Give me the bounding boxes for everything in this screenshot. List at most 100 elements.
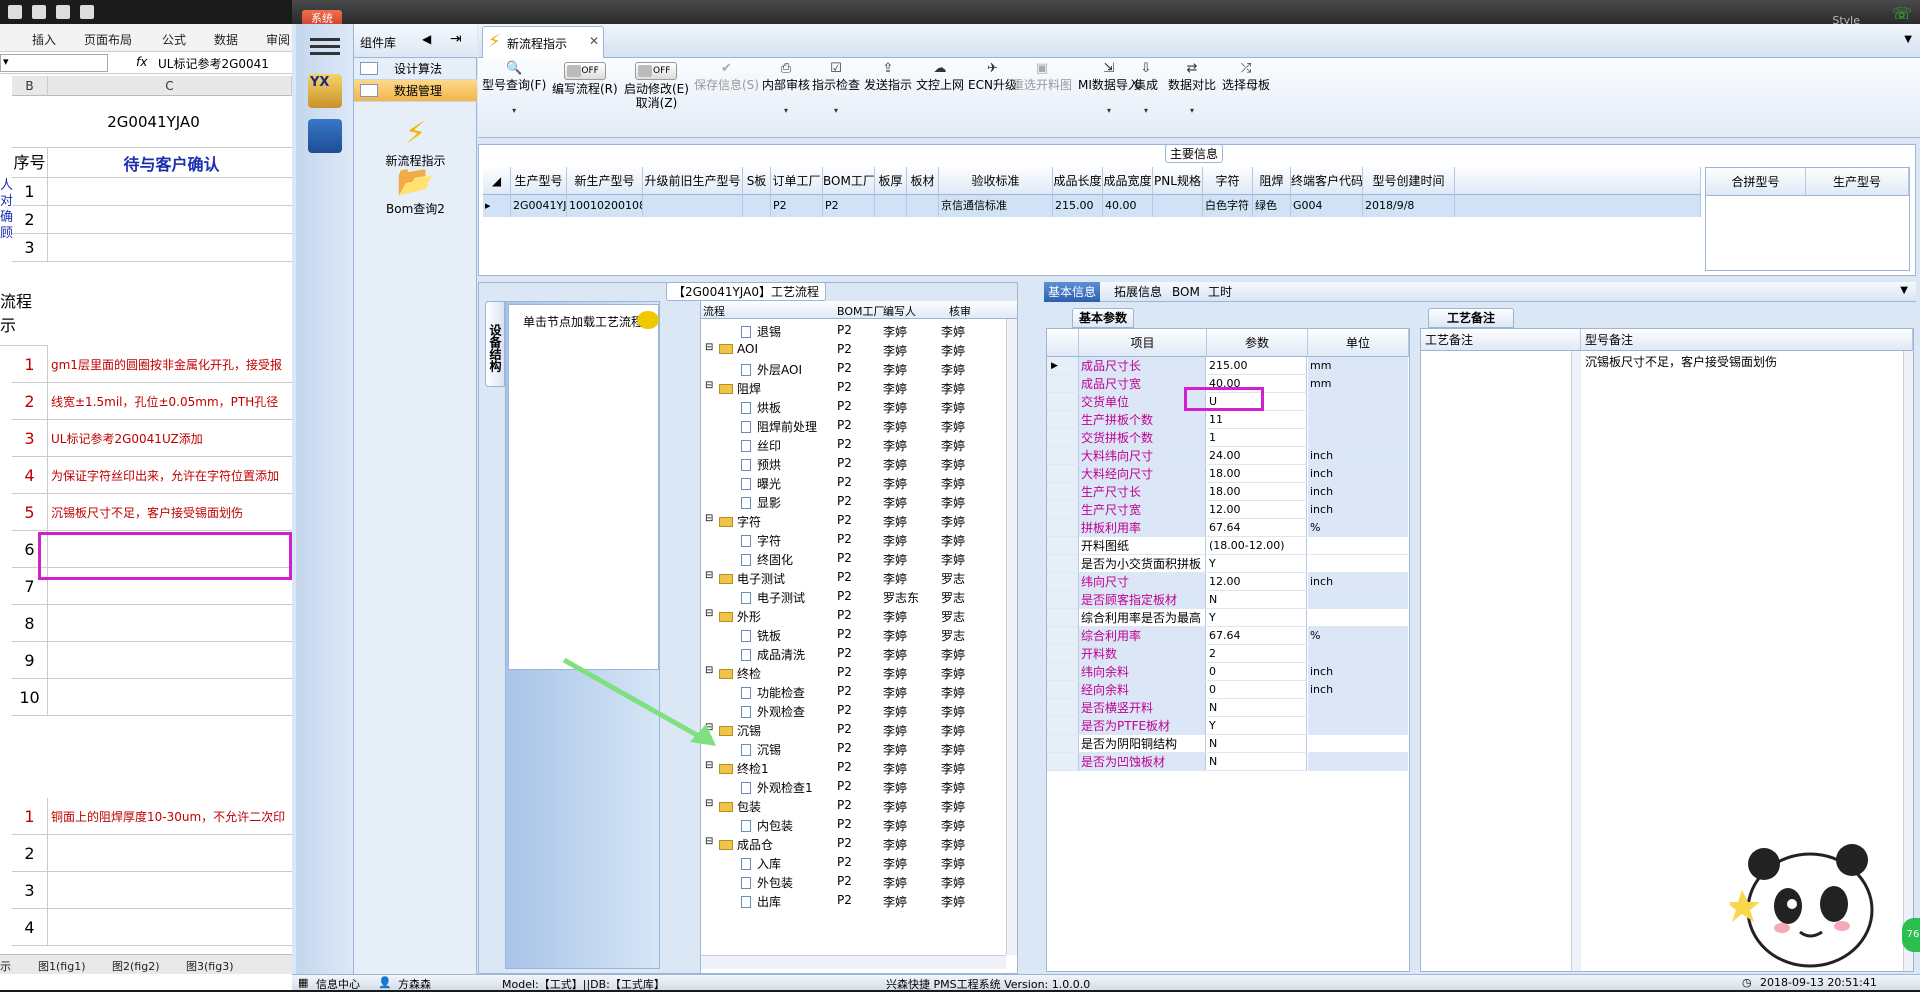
tree-horizontal-scrollbar[interactable]	[701, 955, 1006, 969]
device-structure-tab[interactable]: 设备结构	[485, 301, 505, 387]
param-row[interactable]: 是否顾客指定板材 N	[1047, 591, 1409, 609]
tree-row[interactable]: 外形 ⊟ P2 李婷 罗志	[701, 606, 1001, 625]
grid-cell[interactable]	[1153, 195, 1203, 217]
tree-col-review[interactable]: 核审	[949, 303, 971, 319]
param-value[interactable]: 11	[1207, 411, 1307, 429]
row-number-cell[interactable]: 5	[12, 494, 48, 531]
model-remark-text[interactable]: 沉锡板尺寸不足，客户接受锡面划伤	[1585, 353, 1777, 370]
tree-node[interactable]: 外层AOI	[741, 361, 802, 378]
grid-cell[interactable]	[643, 195, 743, 217]
grid-header[interactable]: 生产型号	[511, 167, 567, 195]
grid-header[interactable]: 验收标准	[939, 167, 1053, 195]
yx-logo-icon[interactable]: YX	[308, 74, 342, 108]
tree-node[interactable]: 电子测试	[719, 570, 785, 587]
grid-cell[interactable]: 2018/9/8	[1363, 195, 1455, 217]
note-cell[interactable]	[48, 909, 292, 946]
tree-node[interactable]: 电子测试	[741, 589, 805, 606]
tab-new-flow[interactable]: ⚡ 新流程指示 ✕	[482, 26, 604, 58]
param-value[interactable]: 67.64	[1207, 627, 1307, 645]
toolbar-button-11[interactable]: ⇩ 集成 ▾	[1134, 62, 1158, 118]
library-item-data-management[interactable]: 数据管理	[354, 80, 477, 102]
tree-node[interactable]: 终检	[719, 665, 761, 682]
tree-node[interactable]: 曝光	[741, 475, 781, 492]
toolbar-button-2[interactable]: OFF 启动修改(E) 取消(Z)	[624, 62, 689, 110]
param-row[interactable]: 纬向尺寸 12.00 inch	[1047, 573, 1409, 591]
tree-node[interactable]: 终检1	[719, 760, 769, 777]
param-value[interactable]: 67.64	[1207, 519, 1307, 537]
tab-extended-info[interactable]: 拓展信息	[1110, 282, 1166, 302]
tree-node[interactable]: 外观检查	[741, 703, 805, 720]
grid-header[interactable]: 新生产型号	[567, 167, 643, 195]
tree-row[interactable]: 退锡 P2 李婷 李婷	[701, 321, 1001, 340]
toolbar-button-5[interactable]: ☑ 指示检查 ▾	[812, 62, 860, 118]
close-icon[interactable]: ✕	[589, 34, 599, 48]
grid-header[interactable]: PNL规格	[1153, 167, 1203, 195]
collapse-toggle-icon[interactable]: ⊟	[705, 836, 713, 847]
tree-row[interactable]: 铣板 P2 李婷 罗志	[701, 625, 1001, 644]
param-row[interactable]: 开料数 2	[1047, 645, 1409, 663]
badge-counter[interactable]: 76	[1902, 918, 1920, 952]
tree-row[interactable]: 终检1 ⊟ P2 李婷 李婷	[701, 758, 1001, 777]
tab-work-hours[interactable]: 工时	[1204, 282, 1236, 302]
param-value[interactable]: N	[1207, 735, 1307, 753]
tree-node[interactable]: 出库	[741, 893, 781, 910]
grid-header[interactable]: 生产型号	[1806, 168, 1909, 196]
param-value[interactable]: 0	[1207, 681, 1307, 699]
tree-row[interactable]: 烘板 P2 李婷 李婷	[701, 397, 1001, 416]
tree-row[interactable]: 阻焊 ⊟ P2 李婷 李婷	[701, 378, 1001, 397]
tree-node[interactable]: 入库	[741, 855, 781, 872]
param-value[interactable]: 1	[1207, 429, 1307, 447]
toolbar-button-9[interactable]: ▣ 重选开料图	[1012, 62, 1072, 93]
chevron-down-icon[interactable]: ▾	[482, 104, 546, 118]
tree-row[interactable]: 成品仓 ⊟ P2 李婷 李婷	[701, 834, 1001, 853]
param-value[interactable]: 215.00	[1207, 357, 1307, 375]
formula-input[interactable]: UL标记参考2G0041	[158, 55, 269, 72]
grid-header[interactable]: 成品长度	[1053, 167, 1103, 195]
row-number-cell[interactable]: 3	[12, 420, 48, 457]
param-row[interactable]: 交货拼板个数 1	[1047, 429, 1409, 447]
node-hint-box[interactable]: 单击节点加载工艺流程	[508, 304, 659, 670]
sheet-tab-fig2[interactable]: 图2(fig2)	[112, 958, 160, 974]
grid-cell[interactable]: 215.00	[1053, 195, 1103, 217]
tree-node[interactable]: 终固化	[741, 551, 793, 568]
note-cell[interactable]	[48, 679, 292, 716]
note-cell[interactable]	[48, 872, 292, 909]
excel-menu-review[interactable]: 审阅	[266, 31, 290, 48]
param-row[interactable]: 综合利用率是否为最高 Y	[1047, 609, 1409, 627]
note-cell[interactable]	[48, 605, 292, 642]
tree-vertical-scrollbar[interactable]	[1006, 319, 1017, 955]
grid-cell[interactable]: 10010200108924	[567, 195, 643, 217]
save-icon[interactable]	[8, 5, 22, 19]
grid-cell[interactable]: P2	[823, 195, 875, 217]
tree-row[interactable]: 成品清洗 P2 李婷 李婷	[701, 644, 1001, 663]
library-tile-new-flow[interactable]: ⚡ 新流程指示	[354, 116, 477, 169]
collapse-toggle-icon[interactable]: ⊟	[705, 798, 713, 809]
row-number-cell[interactable]: 1	[12, 346, 48, 383]
row-number-cell[interactable]: 2	[12, 206, 48, 234]
toolbar-button-13[interactable]: ⤮ 选择母板	[1222, 62, 1270, 93]
collapse-toggle-icon[interactable]: ⊟	[705, 342, 713, 353]
remark-scrollbar[interactable]	[1903, 351, 1913, 971]
row-number-cell[interactable]: 2	[12, 835, 48, 872]
tree-node[interactable]: 成品清洗	[741, 646, 805, 663]
param-value[interactable]: 18.00	[1207, 465, 1307, 483]
tree-row[interactable]: 入库 P2 李婷 李婷	[701, 853, 1001, 872]
tab-bom[interactable]: BOM	[1168, 282, 1204, 302]
param-row[interactable]: 生产尺寸宽 12.00 inch	[1047, 501, 1409, 519]
param-value[interactable]: (18.00-12.00)	[1207, 537, 1307, 555]
collapse-toggle-icon[interactable]: ⊟	[705, 513, 713, 524]
sheet-tab-fig3[interactable]: 图3(fig3)	[186, 958, 234, 974]
param-value[interactable]: N	[1207, 591, 1307, 609]
row-number-cell[interactable]: 1	[12, 178, 48, 206]
grid-cell[interactable]: 京信通信标准	[939, 195, 1053, 217]
grid-header[interactable]: 工艺备注	[1421, 329, 1581, 351]
tree-node[interactable]: 阻焊	[719, 380, 761, 397]
tree-row[interactable]: 沉锡 ⊟ P2 李婷 李婷	[701, 720, 1001, 739]
tree-row[interactable]: 功能检查 P2 李婷 李婷	[701, 682, 1001, 701]
grid-header[interactable]: 参数	[1207, 329, 1308, 357]
toggle-switch[interactable]: OFF	[563, 62, 606, 80]
tree-row[interactable]: 电子测试 P2 罗志东 罗志	[701, 587, 1001, 606]
tree-row[interactable]: 字符 ⊟ P2 李婷 李婷	[701, 511, 1001, 530]
redo-icon[interactable]	[56, 5, 70, 19]
fx-icon[interactable]: fx	[136, 55, 147, 69]
